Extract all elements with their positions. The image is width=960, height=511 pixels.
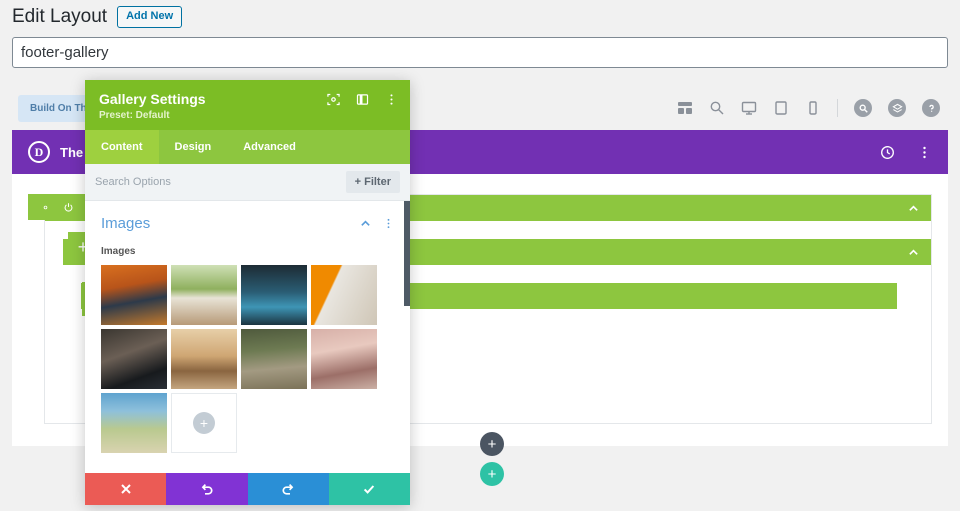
- list-item[interactable]: [171, 265, 237, 325]
- images-group-title: Images: [101, 215, 151, 232]
- modal-search-row: Search Options + Filter: [85, 164, 410, 201]
- canvas-add-buttons: + +: [480, 432, 504, 486]
- search-circle-icon[interactable]: [854, 99, 872, 117]
- builder-toolbar-icons: [677, 86, 940, 130]
- chevron-up-icon[interactable]: [908, 203, 919, 214]
- modal-header-icons: [327, 93, 398, 106]
- modal-header: Gallery Settings Preset: Default: [85, 80, 410, 130]
- help-circle-icon[interactable]: [922, 99, 940, 117]
- redo-button[interactable]: [247, 473, 329, 505]
- zoom-icon[interactable]: [709, 100, 725, 116]
- modal-footer: [85, 473, 410, 505]
- list-item[interactable]: [101, 329, 167, 389]
- list-item[interactable]: [101, 393, 167, 453]
- scrollbar-thumb[interactable]: [404, 201, 410, 306]
- save-button[interactable]: [328, 473, 410, 505]
- add-new-button[interactable]: Add New: [117, 6, 183, 28]
- toolbar-divider: [837, 99, 838, 117]
- list-item[interactable]: [241, 329, 307, 389]
- filter-button[interactable]: + Filter: [345, 171, 400, 193]
- phone-icon[interactable]: [805, 100, 821, 116]
- section-tools: [28, 194, 86, 220]
- desktop-icon[interactable]: [741, 100, 757, 116]
- page-title: Edit Layout: [12, 6, 108, 27]
- undo-button[interactable]: [166, 473, 248, 505]
- list-item[interactable]: [311, 265, 377, 325]
- add-module-button[interactable]: +: [480, 432, 504, 456]
- chevron-up-icon[interactable]: [360, 218, 371, 229]
- vertical-dots-icon[interactable]: [385, 93, 398, 106]
- search-options-input[interactable]: Search Options: [95, 176, 346, 188]
- panel-layout-icon[interactable]: [356, 93, 369, 106]
- plus-icon: +: [193, 412, 215, 434]
- cancel-button[interactable]: [85, 473, 167, 505]
- modal-body: Images Images +: [85, 201, 410, 473]
- tab-advanced[interactable]: Advanced: [227, 130, 312, 164]
- modal-scrollbar[interactable]: [404, 201, 410, 473]
- tab-content[interactable]: Content: [85, 130, 159, 164]
- vertical-dots-icon[interactable]: [383, 218, 394, 229]
- clock-icon[interactable]: [880, 145, 895, 160]
- layers-circle-icon[interactable]: [888, 99, 906, 117]
- wireframe-icon[interactable]: [677, 100, 693, 116]
- gear-icon[interactable]: [40, 202, 51, 213]
- vertical-dots-icon[interactable]: [917, 145, 932, 160]
- modal-tabs: Content Design Advanced: [85, 130, 410, 164]
- focus-target-icon[interactable]: [327, 93, 340, 106]
- tablet-icon[interactable]: [773, 100, 789, 116]
- add-image-button[interactable]: +: [171, 393, 237, 453]
- list-item[interactable]: [101, 265, 167, 325]
- divi-bar-actions: [880, 145, 932, 160]
- list-item[interactable]: [311, 329, 377, 389]
- gallery-settings-modal: Gallery Settings Preset: Default Content…: [85, 80, 410, 505]
- images-field-label: Images: [101, 246, 136, 257]
- chevron-up-icon[interactable]: [908, 247, 919, 258]
- power-icon[interactable]: [63, 202, 74, 213]
- images-gallery-grid: +: [101, 265, 394, 453]
- images-group-header[interactable]: Images: [101, 215, 394, 232]
- modal-preset-selector[interactable]: Preset: Default: [99, 110, 396, 121]
- tab-design[interactable]: Design: [159, 130, 228, 164]
- layout-title-input[interactable]: [12, 37, 948, 68]
- list-item[interactable]: [171, 329, 237, 389]
- admin-header: Edit Layout Add New: [12, 4, 183, 30]
- list-item[interactable]: [241, 265, 307, 325]
- add-row-button[interactable]: +: [480, 462, 504, 486]
- divi-logo-icon: D: [28, 141, 50, 163]
